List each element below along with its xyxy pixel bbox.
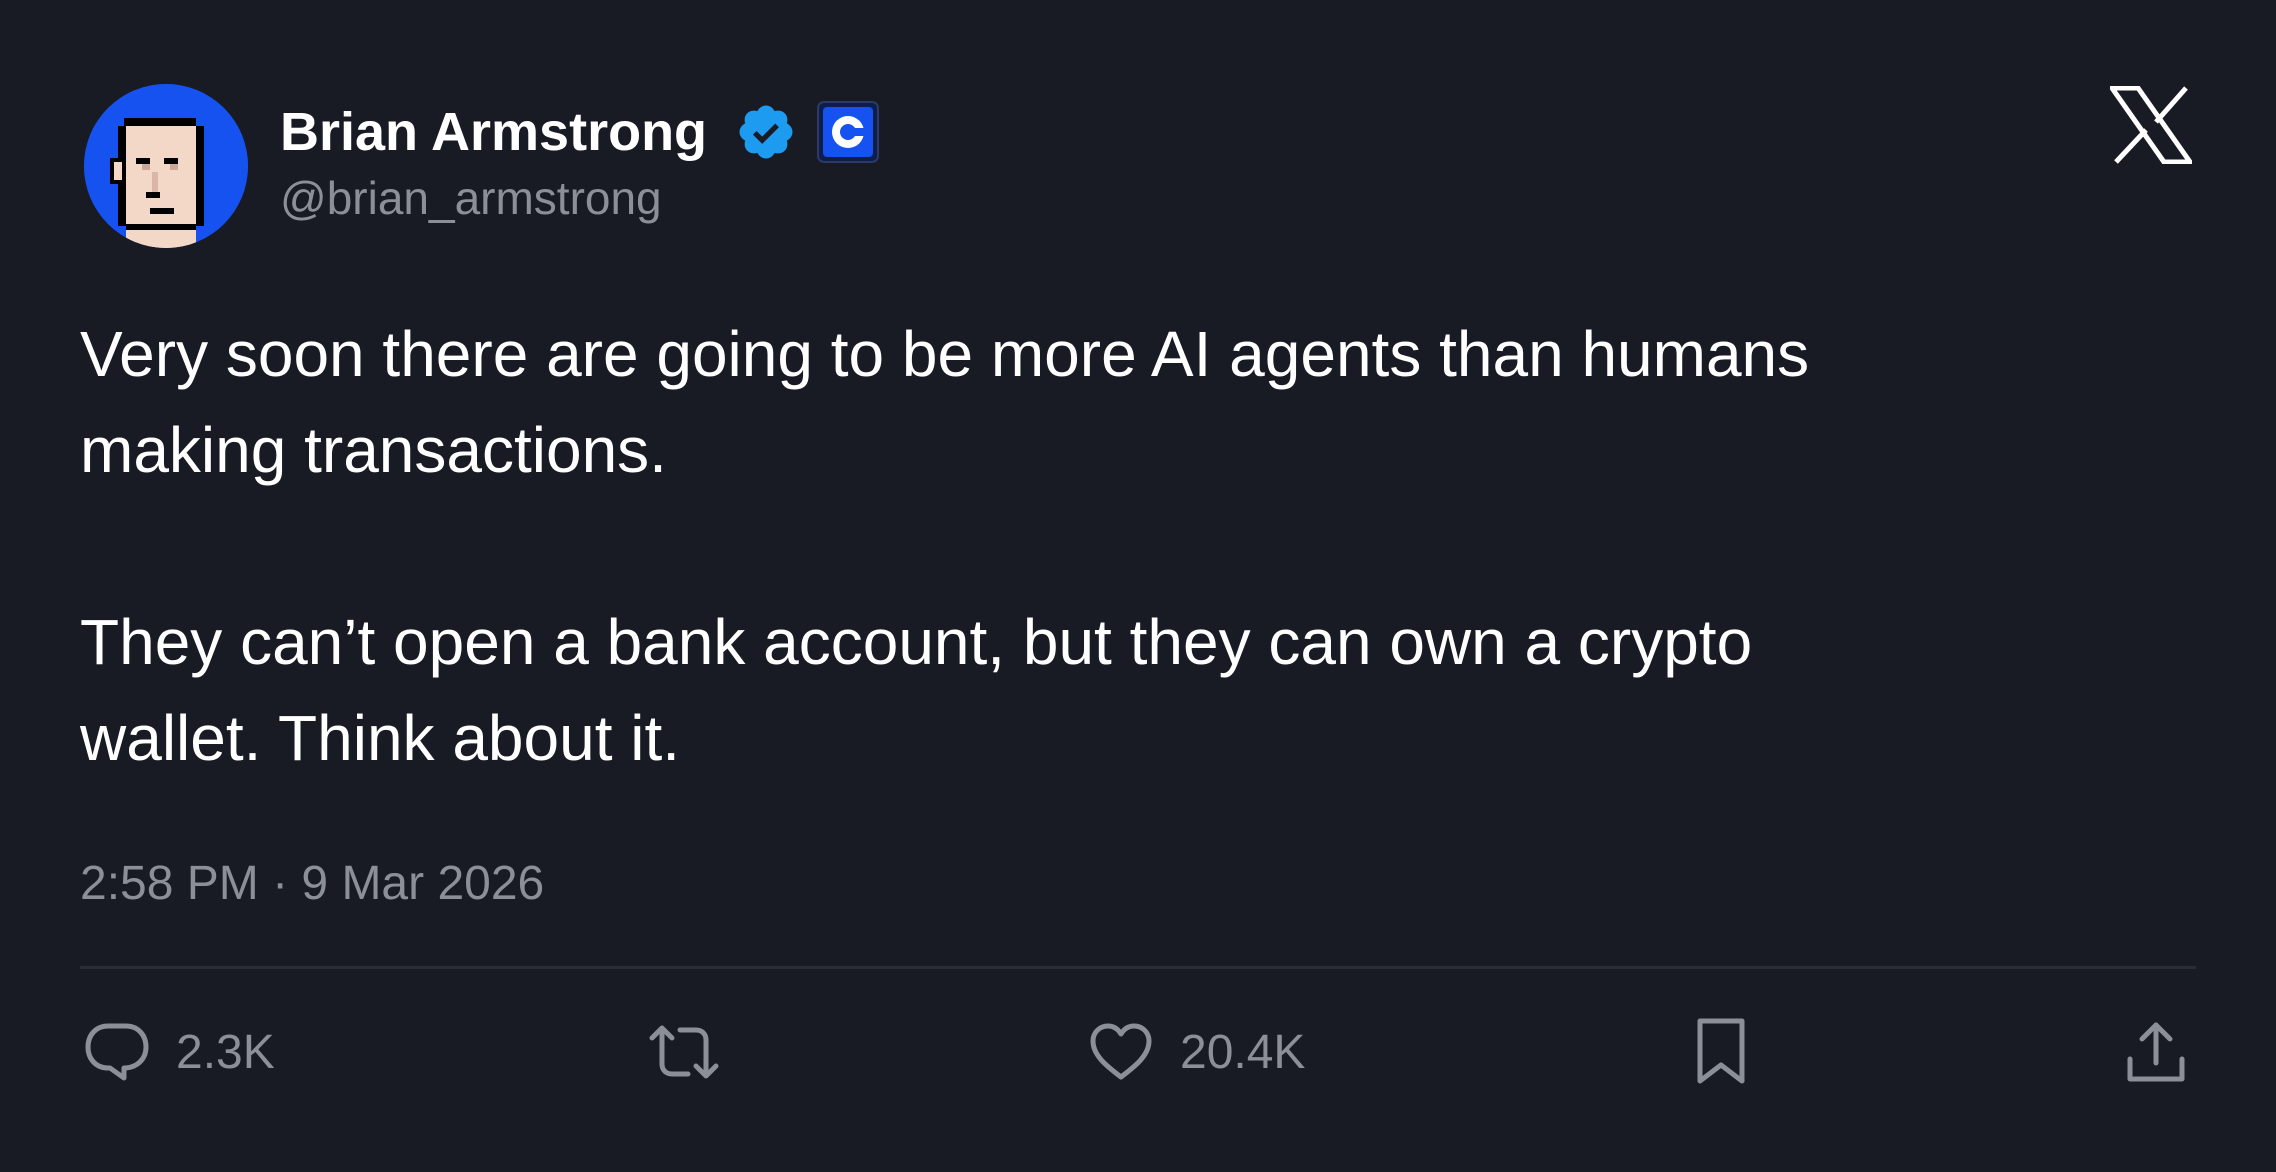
retweet-button[interactable] [646, 1010, 722, 1094]
tweet-card: Brian Armstrong @brian_armstrong Very so… [0, 0, 2276, 1172]
divider [80, 966, 2196, 969]
handle[interactable]: @brian_armstrong [280, 170, 879, 226]
tweet-text: Very soon there are going to be more AI … [80, 306, 2180, 786]
name-row: Brian Armstrong [280, 94, 880, 170]
reply-count: 2.3K [176, 1025, 275, 1079]
tweet-timestamp[interactable]: 2:58 PM · 9 Mar 2026 [80, 854, 544, 914]
heart-icon [1088, 1021, 1154, 1083]
bookmark-icon [1694, 1017, 1748, 1087]
like-button[interactable]: 20.4K [1088, 1010, 1305, 1094]
display-name[interactable]: Brian Armstrong [280, 94, 707, 170]
share-icon [2126, 1019, 2186, 1085]
retweet-icon [646, 1020, 722, 1084]
like-count: 20.4K [1180, 1025, 1306, 1079]
author-info: Brian Armstrong @brian_armstrong [280, 94, 880, 226]
tweet-paragraph: They can’t open a bank account, but they… [80, 606, 1753, 774]
pixel-portrait-avatar-icon [84, 84, 248, 248]
x-logo-icon[interactable] [2107, 85, 2195, 165]
tweet-paragraph: Very soon there are going to be more AI … [80, 318, 1810, 486]
action-bar: 2.3K 20.4K [0, 1010, 2276, 1094]
bookmark-button[interactable] [1694, 1010, 1748, 1094]
share-button[interactable] [2126, 1010, 2186, 1094]
comment-icon [84, 1020, 150, 1084]
reply-button[interactable]: 2.3K [84, 1010, 275, 1094]
verified-badge-icon [735, 101, 797, 163]
avatar[interactable] [84, 84, 248, 248]
coinbase-logo-icon[interactable] [817, 101, 880, 163]
